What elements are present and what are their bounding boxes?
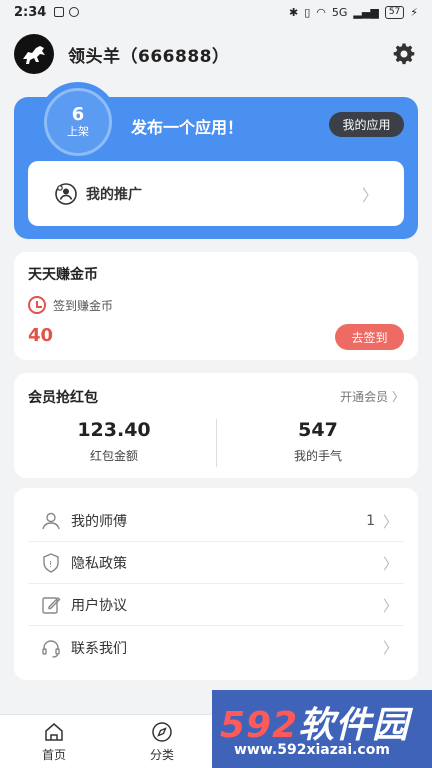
signal-icon: ▂▄▆ [353,5,379,19]
daily-coins-title: 天天赚金币 [28,267,98,283]
watermark-url: www.592xiazai.com [234,742,390,758]
nav-home-label: 首页 [41,747,66,762]
chevron-right-icon: 〉 [391,390,404,404]
master-count: 1 [366,513,375,529]
divider [216,419,217,467]
red-packet-amount: 123.40 [77,419,151,441]
clock-icon [28,296,46,314]
alarm-icon [69,7,80,17]
chevron-right-icon: 〉 [361,185,378,205]
gear-icon[interactable] [392,42,416,66]
my-promotion-row[interactable]: 我的推广 〉 [28,161,404,226]
headset-icon [42,639,60,658]
compass-icon [152,721,172,742]
status-bar: 2:34 ✱ ▯ ◠ 5G ▂▄▆ 57 ⚡ [0,0,432,24]
vip-red-packet-card: 会员抢红包 开通会员 〉 123.40 红包金额 547 我的手气 [14,373,418,478]
listed-count: 6 [71,104,85,125]
menu-item-privacy[interactable]: ! 隐私政策 〉 [28,543,404,584]
shield-icon: ! [43,553,59,573]
nav-category-label: 分类 [149,747,174,762]
horse-logo-icon [23,46,45,64]
menu-item-contact[interactable]: 联系我们 〉 [28,627,404,668]
nav-home[interactable]: 首页 [0,715,108,768]
avatar[interactable] [14,34,54,74]
menu-label: 联系我们 [71,640,127,657]
listed-count-label: 上架 [67,125,89,138]
gallery-icon [54,7,65,17]
network-label: 5G [331,5,348,19]
red-packet-stat: 123.40 红包金额 [14,419,214,464]
luck-stat: 547 我的手气 [218,419,418,464]
settings-menu: 我的师傅 1 〉 ! 隐私政策 〉 用户协议 〉 联系我们 〉 [14,488,418,680]
username: 领头羊（666888） [68,46,230,67]
daily-coins-card: 天天赚金币 签到赚金币 40 去签到 [14,252,418,360]
promotion-icon [55,182,77,205]
sign-in-button[interactable]: 去签到 [335,324,404,350]
chevron-right-icon: 〉 [382,596,398,615]
home-icon [45,722,63,741]
promotion-label: 我的推广 [86,186,142,203]
chevron-right-icon: 〉 [382,554,398,573]
profile-header: 领头羊（666888） [14,34,418,74]
red-packet-label: 红包金额 [89,449,138,463]
vip-title: 会员抢红包 [28,390,98,406]
menu-label: 隐私政策 [71,556,127,572]
listed-count-badge: 6 上架 [44,88,112,156]
menu-item-user-agreement[interactable]: 用户协议 〉 [28,585,404,626]
menu-item-master[interactable]: 我的师傅 1 〉 [28,501,404,542]
charging-icon: ⚡ [410,5,418,19]
chevron-right-icon: 〉 [382,512,398,531]
luck-value: 547 [298,419,338,441]
nav-category[interactable]: 分类 [108,715,216,768]
my-apps-button[interactable]: 我的应用 [329,112,404,137]
wifi-icon: ◠ [316,5,326,19]
edit-icon [42,597,61,614]
user-icon [42,512,60,530]
vibrate-icon: ▯ [304,5,311,19]
battery-icon: 57 [384,5,405,19]
status-time: 2:34 [14,4,47,20]
menu-label: 用户协议 [71,598,127,614]
signin-label: 签到赚金币 [53,298,114,313]
coin-value: 40 [28,325,54,346]
menu-label: 我的师傅 [71,514,127,530]
bluetooth-icon: ✱ [289,5,299,19]
chevron-right-icon: 〉 [382,639,398,657]
open-vip-link[interactable]: 开通会员 〉 [340,388,404,405]
publish-app-link[interactable]: 发布一个应用！ [131,114,243,138]
site-watermark: 592软件园 www.592xiazai.com [212,690,432,768]
svg-text:!: ! [49,560,52,569]
luck-label: 我的手气 [293,449,342,463]
